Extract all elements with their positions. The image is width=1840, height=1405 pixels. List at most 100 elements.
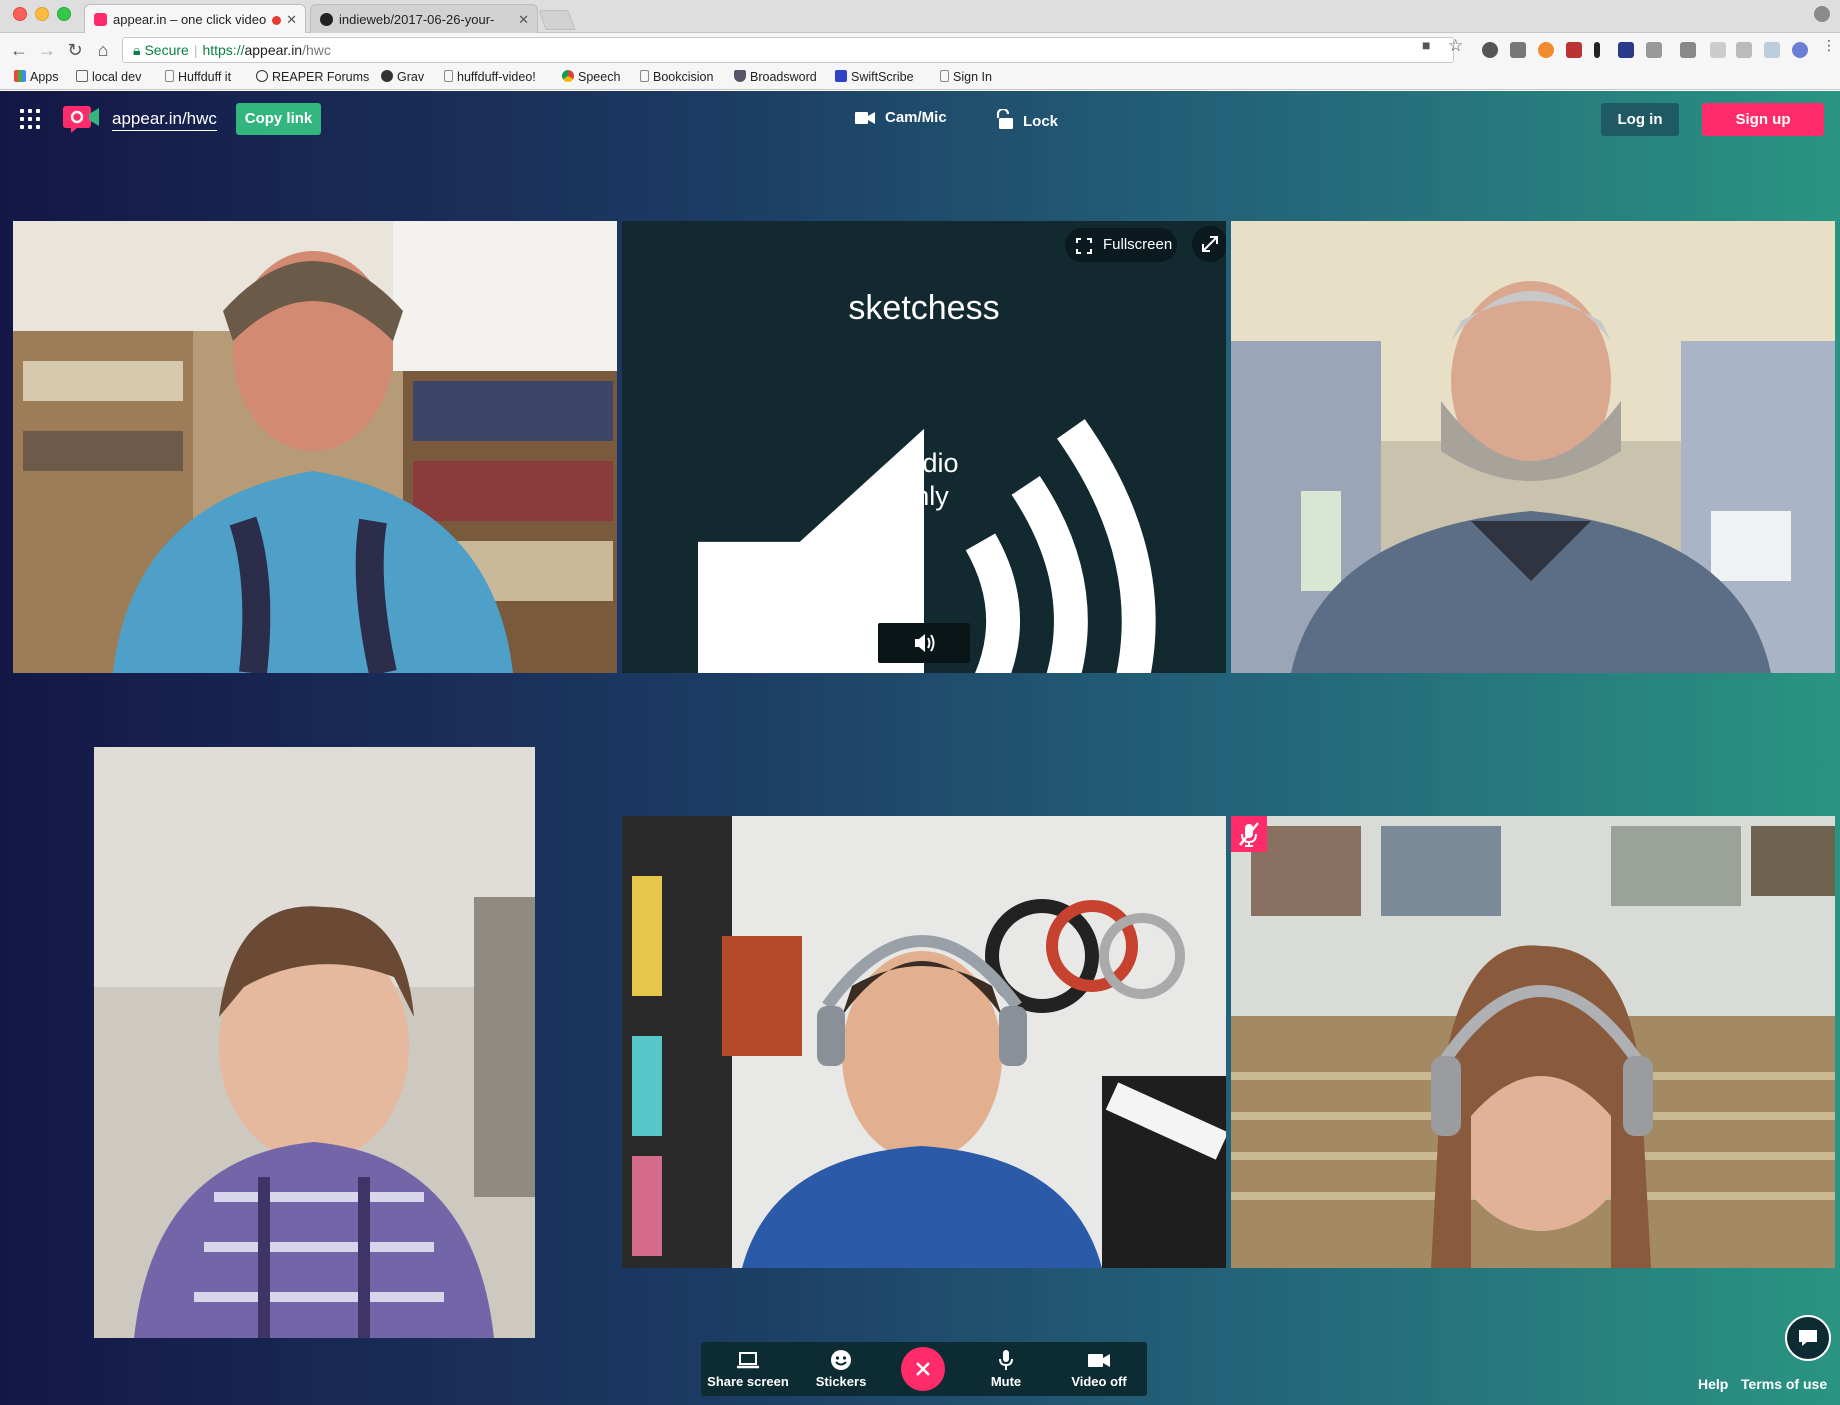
swiftscribe-icon bbox=[835, 70, 847, 82]
browser-tab-appear[interactable]: appear.in – one click video ✕ bbox=[84, 4, 306, 33]
close-tab-icon[interactable]: ✕ bbox=[286, 5, 297, 33]
bookmark-sign-in[interactable]: Sign In bbox=[940, 70, 992, 84]
back-arrow-icon[interactable]: ← bbox=[8, 39, 30, 61]
video-off-button[interactable]: Video off bbox=[1057, 1342, 1141, 1396]
stickers-button[interactable]: Stickers bbox=[801, 1342, 881, 1396]
lock-room-button[interactable]: Lock bbox=[995, 109, 1058, 130]
bookmark-huffduff-it[interactable]: Huffduff it bbox=[165, 70, 231, 84]
participant-video bbox=[1231, 221, 1835, 673]
bookmark-grav[interactable]: Grav bbox=[381, 70, 424, 84]
participant-name: sketchess bbox=[848, 289, 1000, 327]
browser-titlebar: appear.in – one click video ✕ indieweb/2… bbox=[0, 0, 1840, 33]
camera-indicator-icon[interactable]: ■ bbox=[1422, 37, 1430, 53]
close-tab-icon[interactable]: ✕ bbox=[518, 5, 529, 33]
fullscreen-button[interactable]: Fullscreen bbox=[1065, 228, 1177, 262]
call-controls: Share screen Stickers Mute Video off bbox=[701, 1342, 1147, 1396]
tab-title: indieweb/2017-06-26-your- bbox=[339, 12, 495, 27]
extension-gray4-icon[interactable] bbox=[1736, 42, 1752, 58]
video-tile-participant-1[interactable] bbox=[13, 221, 617, 673]
help-link[interactable]: Help bbox=[1698, 1376, 1728, 1392]
profile-icon[interactable] bbox=[1814, 6, 1830, 22]
reload-icon[interactable]: ↻ bbox=[64, 39, 86, 61]
tab-title: appear.in – one click video bbox=[113, 12, 267, 27]
audio-only-tile[interactable]: sketchess Audio only Fullscreen bbox=[622, 221, 1226, 673]
zoom-window-button[interactable] bbox=[57, 7, 71, 21]
participant-video bbox=[13, 221, 617, 673]
apps-grid-icon bbox=[14, 70, 26, 82]
extension-purple-icon[interactable] bbox=[1792, 42, 1808, 58]
smiley-icon bbox=[831, 1350, 851, 1370]
terms-link[interactable]: Terms of use bbox=[1741, 1376, 1827, 1392]
participant-video bbox=[622, 816, 1226, 1268]
mute-button[interactable]: Mute bbox=[971, 1342, 1041, 1396]
bookmark-apps[interactable]: Apps bbox=[14, 70, 59, 84]
folder-icon bbox=[76, 70, 88, 82]
microphone-icon bbox=[999, 1350, 1013, 1370]
video-camera-icon bbox=[1088, 1354, 1110, 1367]
bookmark-broadsword[interactable]: Broadsword bbox=[734, 70, 817, 84]
minimize-window-button[interactable] bbox=[35, 7, 49, 21]
apps-menu-icon[interactable] bbox=[20, 109, 40, 129]
bookmark-reaper-forums[interactable]: REAPER Forums bbox=[256, 70, 369, 84]
video-tile-participant-5[interactable] bbox=[622, 816, 1226, 1268]
home-icon[interactable]: ⌂ bbox=[92, 39, 114, 61]
secure-label: Secure bbox=[144, 42, 189, 58]
page-icon bbox=[444, 70, 453, 82]
shield-icon bbox=[734, 70, 746, 82]
bookmark-swiftscribe[interactable]: SwiftScribe bbox=[835, 70, 914, 84]
page-icon bbox=[640, 70, 649, 82]
github-favicon-icon bbox=[320, 13, 333, 26]
signup-button[interactable]: Sign up bbox=[1702, 103, 1824, 136]
extension-gray1-icon[interactable] bbox=[1646, 42, 1662, 58]
laptop-icon bbox=[737, 1352, 759, 1369]
extension-gray3-icon[interactable] bbox=[1710, 42, 1726, 58]
extension-blue-icon[interactable] bbox=[1618, 42, 1634, 58]
participant-video bbox=[94, 747, 535, 1338]
room-header: appear.in/hwc Copy link Cam/Mic Lock Log… bbox=[0, 91, 1840, 147]
extension-pin-icon[interactable] bbox=[1510, 42, 1526, 58]
mic-muted-icon bbox=[1239, 822, 1259, 847]
volume-icon bbox=[915, 634, 935, 652]
chrome-icon bbox=[562, 70, 574, 82]
close-window-button[interactable] bbox=[13, 7, 27, 21]
browser-tab-github[interactable]: indieweb/2017-06-26-your- ✕ bbox=[310, 4, 538, 33]
extension-i-icon[interactable] bbox=[1594, 42, 1600, 58]
browser-toolbar: ← → ↻ ⌂ 🔒︎ Secure | https://appear.in/hwc ■… bbox=[0, 33, 1840, 67]
extension-gray2-icon[interactable] bbox=[1680, 42, 1696, 58]
expand-tile-button[interactable] bbox=[1192, 226, 1226, 262]
share-screen-button[interactable]: Share screen bbox=[707, 1342, 789, 1396]
reaper-icon bbox=[256, 70, 268, 82]
address-bar[interactable]: 🔒︎ Secure | https://appear.in/hwc bbox=[122, 37, 1454, 63]
video-tile-participant-4[interactable] bbox=[94, 747, 535, 1338]
audio-only-label: Audio only bbox=[889, 448, 959, 511]
url-path: /hwc bbox=[302, 42, 331, 58]
grav-icon bbox=[381, 70, 393, 82]
chat-bubble-icon bbox=[1799, 1330, 1817, 1346]
new-tab-button[interactable] bbox=[538, 10, 576, 30]
login-button[interactable]: Log in bbox=[1601, 103, 1679, 136]
bookmark-star-icon[interactable]: ☆ bbox=[1448, 36, 1463, 56]
extension-1password-icon[interactable] bbox=[1482, 42, 1498, 58]
bookmark-local-dev[interactable]: local dev bbox=[76, 70, 141, 84]
cam-mic-button[interactable]: Cam/Mic bbox=[855, 109, 947, 126]
copy-link-button[interactable]: Copy link bbox=[236, 103, 321, 135]
forward-arrow-icon[interactable]: → bbox=[36, 39, 58, 61]
extension-gray5-icon[interactable] bbox=[1764, 42, 1780, 58]
room-link[interactable]: appear.in/hwc bbox=[112, 109, 217, 131]
tile-volume-button[interactable] bbox=[878, 623, 970, 663]
close-icon bbox=[916, 1362, 930, 1376]
leave-call-button[interactable] bbox=[901, 1347, 945, 1391]
bookmark-huffduff-video[interactable]: huffduff-video! bbox=[444, 70, 536, 84]
extension-notifications-icon[interactable] bbox=[1566, 42, 1582, 58]
video-tile-participant-6[interactable] bbox=[1231, 816, 1835, 1268]
chat-button[interactable] bbox=[1785, 1315, 1831, 1361]
menu-kebab-icon[interactable]: ⋮ bbox=[1822, 37, 1836, 54]
url-scheme: https:// bbox=[202, 42, 245, 58]
appear-logo-icon[interactable] bbox=[61, 104, 101, 134]
url-host: appear.in bbox=[244, 42, 303, 58]
extension-h-icon[interactable] bbox=[1538, 42, 1554, 58]
bookmark-speech[interactable]: Speech bbox=[562, 70, 620, 84]
bookmark-bookcision[interactable]: Bookcision bbox=[640, 70, 713, 84]
video-tile-participant-3[interactable] bbox=[1231, 221, 1835, 673]
appear-favicon-icon bbox=[94, 13, 107, 26]
